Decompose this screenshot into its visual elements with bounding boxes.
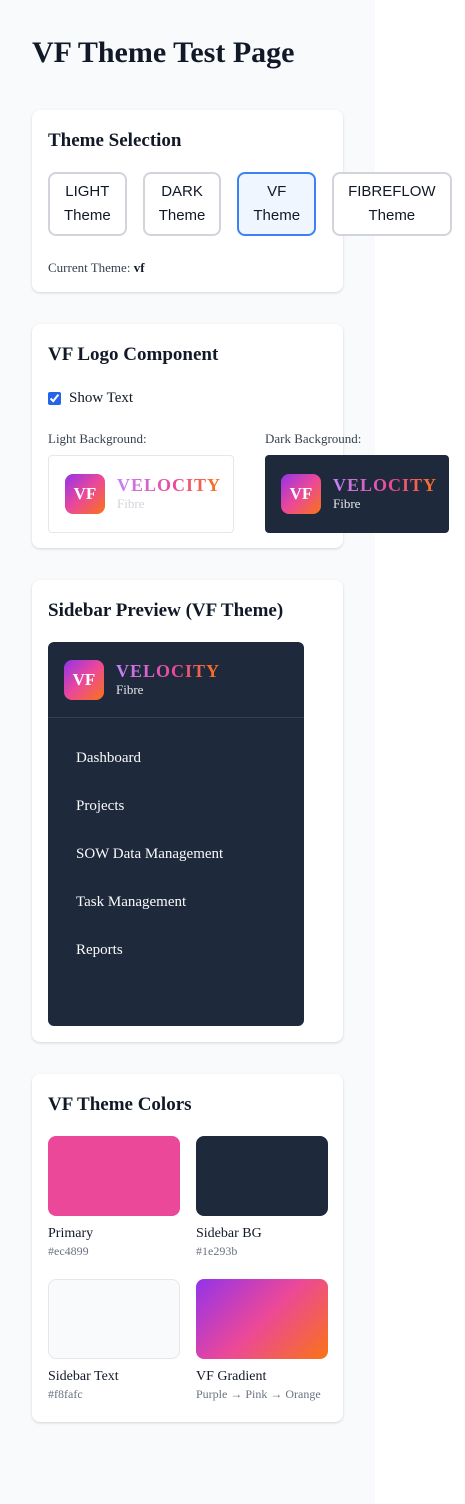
swatch-name: Sidebar Text xyxy=(48,1369,119,1384)
swatch-name: Sidebar BG xyxy=(196,1226,262,1241)
swatch-value: Purple → Pink → Orange xyxy=(196,1387,321,1401)
logo-subtitle: Fibre xyxy=(333,496,361,511)
vf-logo: VF VELOCITY Fibre xyxy=(65,474,221,514)
current-theme-value: vf xyxy=(133,260,145,275)
logo-component-heading: VF Logo Component xyxy=(48,344,219,365)
theme-selection-card: Theme Selection LIGHT Theme DARK Theme V… xyxy=(32,110,452,292)
logo-component-card: VF Logo Component Show Text Light Backgr… xyxy=(32,324,449,548)
sidebar-item-reports[interactable]: Reports xyxy=(48,926,304,974)
sidebar-item-task-management[interactable]: Task Management xyxy=(48,878,304,926)
light-background-label: Light Background: xyxy=(48,431,147,446)
vf-logo-mark: VF xyxy=(281,474,321,514)
logo-name: VELOCITY xyxy=(116,661,221,681)
show-text-checkbox[interactable] xyxy=(48,392,61,405)
page-title: VF Theme Test Page xyxy=(32,36,295,69)
theme-button-sublabel: Theme xyxy=(64,207,111,224)
vf-logo-mark: VF xyxy=(64,660,104,700)
show-text-label: Show Text xyxy=(69,390,134,406)
theme-button-fibreflow[interactable]: FIBREFLOW Theme xyxy=(332,172,452,236)
logo-subtitle: Fibre xyxy=(117,496,145,511)
sidebar-nav: Dashboard Projects SOW Data Management T… xyxy=(48,718,304,974)
color-chip xyxy=(196,1136,328,1216)
theme-button-sublabel: Theme xyxy=(158,207,206,224)
current-theme-label: Current Theme: xyxy=(48,260,131,275)
logo-name: VELOCITY xyxy=(117,475,222,495)
swatch-name: VF Gradient xyxy=(196,1369,267,1384)
swatch-sidebar-text: Sidebar Text #f8fafc xyxy=(48,1279,180,1402)
swatch-value: #f8fafc xyxy=(48,1387,83,1401)
swatch-sidebar-bg: Sidebar BG #1e293b xyxy=(196,1136,328,1259)
logo-preview-dark: VF VELOCITY Fibre xyxy=(265,455,449,533)
theme-button-light[interactable]: LIGHT Theme xyxy=(48,172,127,236)
theme-colors-card: VF Theme Colors Primary #ec4899 Sidebar … xyxy=(32,1074,343,1422)
theme-button-label: VF xyxy=(267,183,287,200)
current-theme-text: Current Theme: vf xyxy=(48,260,145,276)
logo-subtitle: Fibre xyxy=(116,682,144,697)
theme-selection-heading: Theme Selection xyxy=(48,130,182,151)
color-chip xyxy=(196,1279,328,1359)
dark-background-label: Dark Background: xyxy=(265,431,362,446)
vf-logo-text: VELOCITY Fibre xyxy=(117,475,221,513)
theme-button-vf[interactable]: VF Theme xyxy=(237,172,317,236)
swatch-vf-gradient: VF Gradient Purple → Pink → Orange xyxy=(196,1279,328,1402)
color-chip xyxy=(48,1136,180,1216)
vf-logo-mark: VF xyxy=(65,474,105,514)
theme-button-label: DARK xyxy=(161,183,203,200)
vf-logo: VF VELOCITY Fibre xyxy=(281,474,437,514)
vf-logo-text: VELOCITY Fibre xyxy=(116,661,220,699)
sidebar-preview-card: Sidebar Preview (VF Theme) VF VELOCITY F… xyxy=(32,580,343,1042)
theme-button-label: LIGHT xyxy=(65,183,110,200)
logo-preview-light: VF VELOCITY Fibre xyxy=(48,455,234,533)
sidebar-item-sow-data-management[interactable]: SOW Data Management xyxy=(48,830,304,878)
swatch-value: #ec4899 xyxy=(48,1244,89,1258)
show-text-toggle[interactable]: Show Text xyxy=(48,390,133,407)
swatch-value: #1e293b xyxy=(196,1244,238,1258)
sidebar-preview: VF VELOCITY Fibre Dashboard Projects SOW… xyxy=(48,642,304,1026)
theme-button-group: LIGHT Theme DARK Theme VF Theme FIBREFLO… xyxy=(48,172,452,236)
theme-colors-heading: VF Theme Colors xyxy=(48,1094,192,1115)
logo-name: VELOCITY xyxy=(333,475,438,495)
sidebar-item-dashboard[interactable]: Dashboard xyxy=(48,734,304,782)
swatch-primary: Primary #ec4899 xyxy=(48,1136,180,1259)
sidebar-header: VF VELOCITY Fibre xyxy=(48,642,304,718)
vf-logo-text: VELOCITY Fibre xyxy=(333,475,437,513)
swatch-name: Primary xyxy=(48,1226,94,1241)
theme-button-dark[interactable]: DARK Theme xyxy=(142,172,222,236)
vf-logo: VF VELOCITY Fibre xyxy=(64,660,288,700)
sidebar-item-projects[interactable]: Projects xyxy=(48,782,304,830)
color-chip xyxy=(48,1279,180,1359)
sidebar-preview-heading: Sidebar Preview (VF Theme) xyxy=(48,600,284,621)
theme-button-label: FIBREFLOW xyxy=(348,183,436,200)
theme-button-sublabel: Theme xyxy=(253,207,301,224)
theme-button-sublabel: Theme xyxy=(368,207,416,224)
